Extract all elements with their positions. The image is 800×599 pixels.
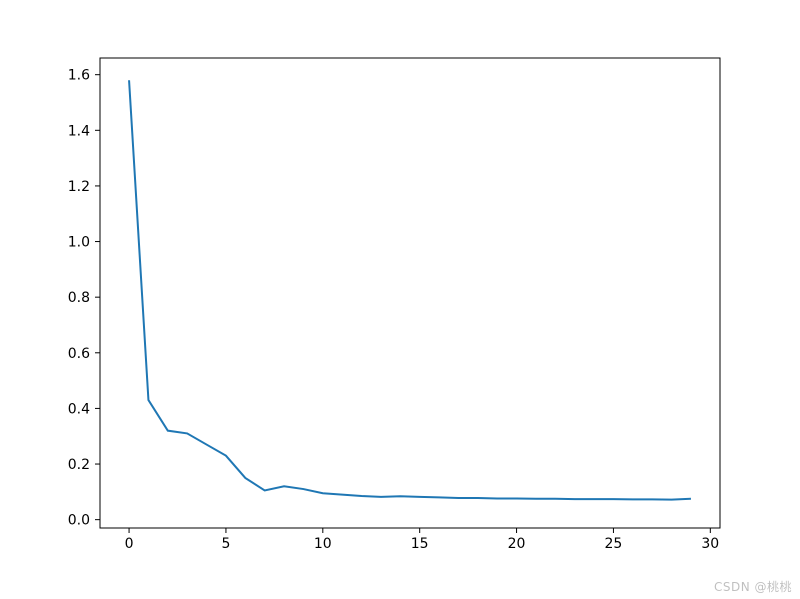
- chart-container: 0510152025300.00.20.40.60.81.01.21.41.6 …: [0, 0, 800, 599]
- x-tick-label: 10: [314, 536, 332, 552]
- y-tick-label: 1.6: [68, 68, 90, 84]
- series-line: [129, 80, 691, 499]
- x-tick-label: 0: [125, 536, 134, 552]
- x-tick-label: 20: [508, 536, 526, 552]
- line-chart: 0 5 10 15 20 25 30 0.0 0.2 0.4 0.6 0.8 1.0 1.2 1.4 1.6: [0, 0, 800, 599]
- x-tick-label: 15: [411, 536, 429, 552]
- y-tick-label: 0.0: [68, 513, 90, 529]
- x-tick-label: 25: [605, 536, 623, 552]
- y-tick-label: 0.8: [68, 290, 90, 306]
- x-tick-label: 5: [221, 536, 230, 552]
- y-tick-label: 1.0: [68, 235, 90, 251]
- y-tick-label: 0.4: [68, 401, 90, 417]
- y-tick-label: 0.2: [68, 457, 90, 473]
- x-tick-label: 30: [701, 536, 719, 552]
- plot-frame: [100, 58, 720, 528]
- y-tick-label: 0.6: [68, 346, 90, 362]
- y-tick-label: 1.4: [68, 123, 90, 139]
- y-tick-label: 1.2: [68, 179, 90, 195]
